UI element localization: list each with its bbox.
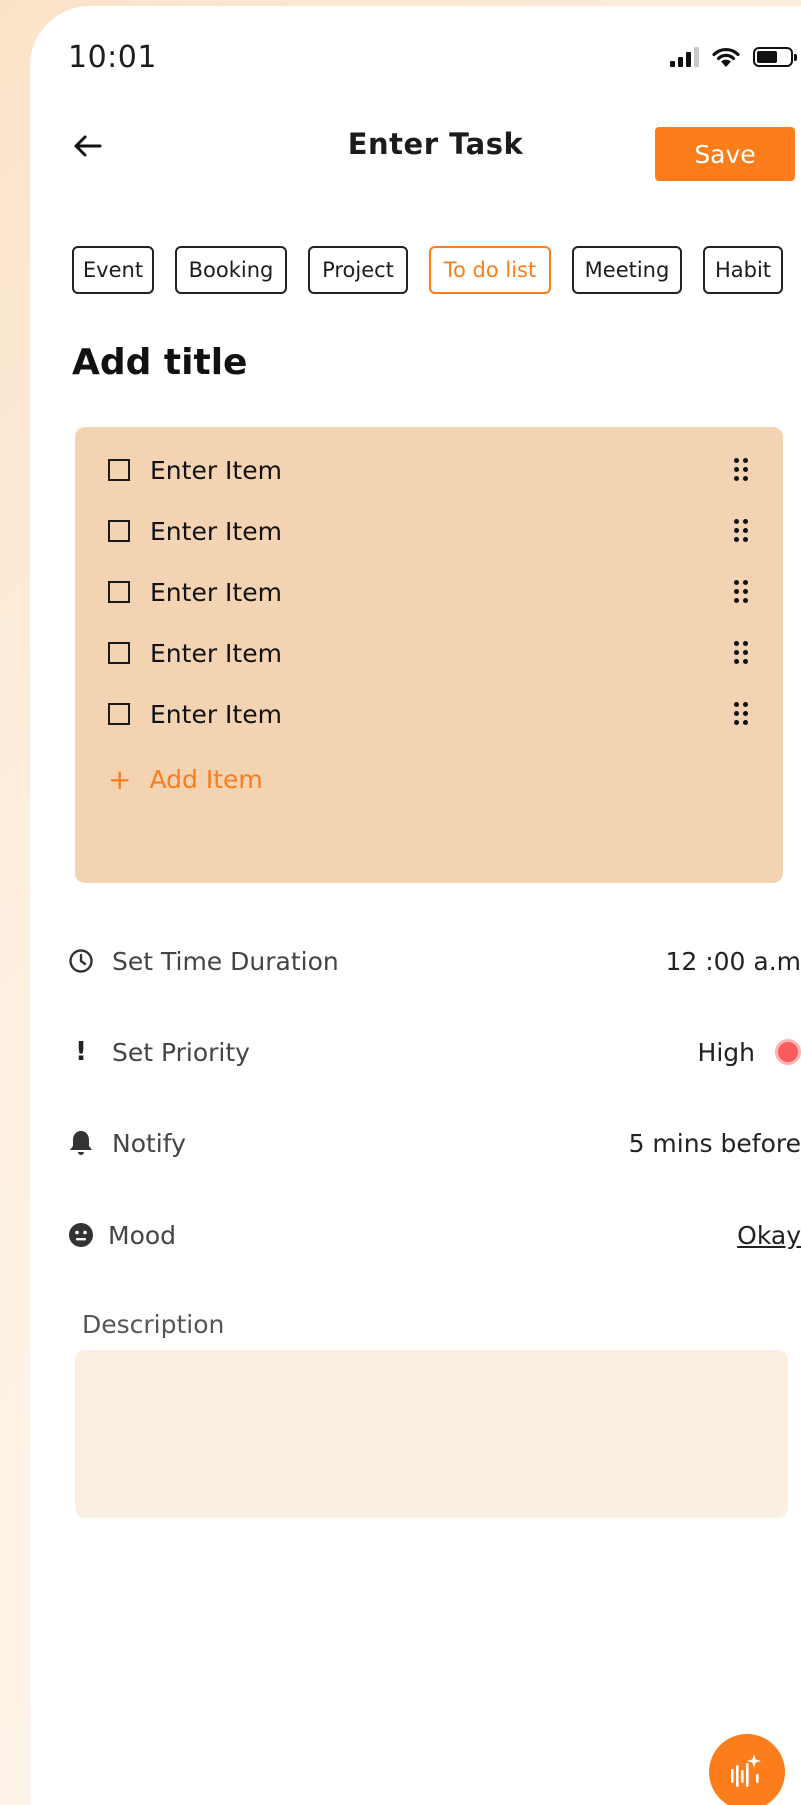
battery-icon <box>753 47 797 67</box>
description-input[interactable] <box>75 1350 788 1518</box>
category-chip-meeting[interactable]: Meeting <box>572 246 682 294</box>
drag-handle-icon[interactable] <box>734 580 748 604</box>
checklist-item-text[interactable]: Enter Item <box>150 700 282 729</box>
checklist-item: Enter Item <box>108 694 748 734</box>
status-icons <box>670 46 797 68</box>
notify-label: Notify <box>112 1128 186 1158</box>
clock-icon <box>69 949 93 973</box>
priority-value: High <box>697 1037 755 1067</box>
checklist-item-text[interactable]: Enter Item <box>150 578 282 607</box>
drag-handle-icon[interactable] <box>734 519 748 543</box>
checklist-item: Enter Item <box>108 450 748 490</box>
drag-handle-icon[interactable] <box>734 641 748 665</box>
category-chip-project[interactable]: Project <box>308 246 408 294</box>
checkbox-icon[interactable] <box>108 642 130 664</box>
priority-value-group[interactable]: High <box>698 1038 801 1067</box>
cellular-signal-icon <box>670 47 699 67</box>
time-duration-value[interactable]: 12 :00 a.m <box>665 947 801 976</box>
exclamation-icon: ! <box>75 1037 87 1067</box>
drag-handle-icon[interactable] <box>734 458 748 482</box>
title-input[interactable]: Add title <box>72 342 247 383</box>
add-item-button[interactable]: + Add Item <box>108 765 263 794</box>
bell-icon <box>70 1131 92 1155</box>
voice-ai-button[interactable] <box>709 1734 785 1805</box>
checkbox-icon[interactable] <box>108 520 130 542</box>
time-duration-row[interactable]: Set Time Duration 12 :00 a.m <box>68 941 801 981</box>
checkbox-icon[interactable] <box>108 703 130 725</box>
neutral-face-icon <box>69 1223 93 1247</box>
mood-row[interactable]: Mood Okay <box>68 1215 801 1255</box>
wifi-icon <box>712 47 740 67</box>
voice-ai-icon <box>731 1754 761 1787</box>
checklist-item-text[interactable]: Enter Item <box>150 456 282 485</box>
checklist-item: Enter Item <box>108 511 748 551</box>
priority-label: Set Priority <box>112 1037 250 1067</box>
category-chip-habit[interactable]: Habit <box>703 246 783 294</box>
checklist-item: Enter Item <box>108 633 748 673</box>
priority-row[interactable]: ! Set Priority High <box>68 1032 801 1072</box>
time-duration-label: Set Time Duration <box>112 946 339 976</box>
description-label: Description <box>82 1310 225 1339</box>
checklist-item: Enter Item <box>108 572 748 612</box>
category-chip-booking[interactable]: Booking <box>175 246 287 294</box>
notify-row[interactable]: Notify 5 mins before <box>68 1123 801 1163</box>
mood-label: Mood <box>108 1220 177 1250</box>
category-chip-event[interactable]: Event <box>72 246 154 294</box>
checkbox-icon[interactable] <box>108 459 130 481</box>
checklist-item-text[interactable]: Enter Item <box>150 639 282 668</box>
checklist-card: Enter Item Enter Item Enter Item Enter I… <box>75 427 783 883</box>
save-button[interactable]: Save <box>655 127 795 181</box>
mood-value[interactable]: Okay <box>737 1221 801 1250</box>
status-time: 10:01 <box>68 40 157 75</box>
plus-icon: + <box>108 762 132 796</box>
phone-screen: 10:01 Enter Task Save Event Booking Proj… <box>30 6 801 1805</box>
checklist-item-text[interactable]: Enter Item <box>150 517 282 546</box>
category-chip-to-do-list[interactable]: To do list <box>429 246 551 294</box>
add-item-label: Add Item <box>149 765 263 794</box>
notify-value[interactable]: 5 mins before <box>629 1129 801 1158</box>
checkbox-icon[interactable] <box>108 581 130 603</box>
drag-handle-icon[interactable] <box>734 702 748 726</box>
priority-dot <box>775 1039 801 1065</box>
